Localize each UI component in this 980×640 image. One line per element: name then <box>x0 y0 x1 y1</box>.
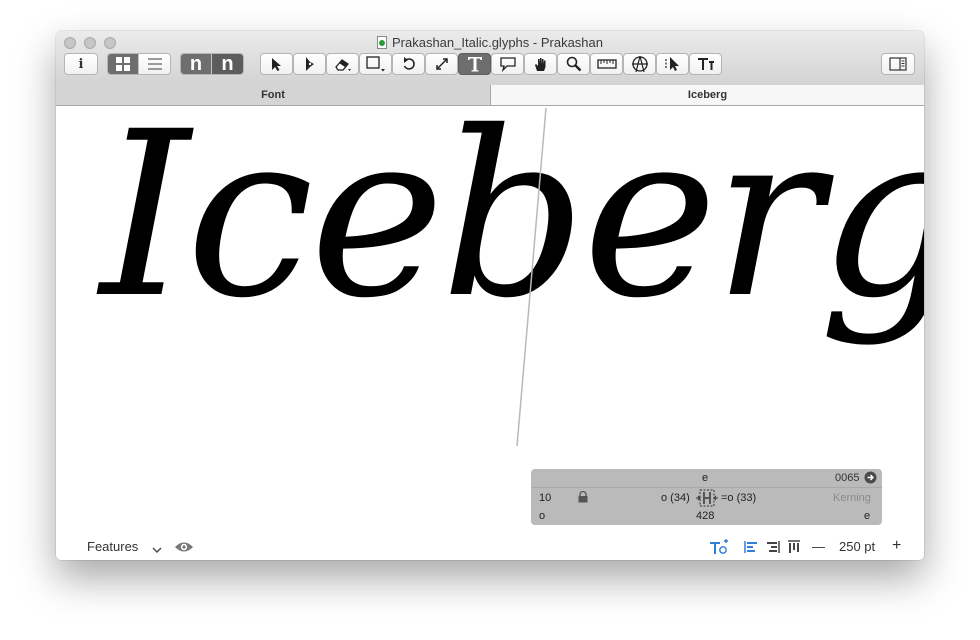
annotation-tool-button[interactable] <box>491 53 524 75</box>
zoom-out-button[interactable]: — <box>812 539 825 554</box>
select-all-layers-tool-button[interactable] <box>656 53 689 75</box>
left-kerning-group[interactable]: o (34) <box>661 492 690 504</box>
window-title: Prakashan_Italic.glyphs - Prakashan <box>56 35 924 50</box>
right-glyph-name[interactable]: e <box>864 510 870 522</box>
eye-icon[interactable] <box>174 540 194 557</box>
glyph-info-panel: e 0065 10 o (34) =o (33) Kerning o 428 e <box>531 469 882 525</box>
rectangle-shape-icon <box>365 56 385 72</box>
magnifier-icon <box>566 56 581 72</box>
bottom-bar: Features — 250 pt + <box>56 534 924 560</box>
align-right-icon[interactable] <box>766 540 780 557</box>
preview-n-button-active[interactable]: n <box>181 53 213 75</box>
measure-tool-button[interactable] <box>590 53 623 75</box>
lock-icon[interactable] <box>578 490 588 506</box>
list-view-button[interactable] <box>139 54 170 74</box>
text-tool-button[interactable] <box>458 53 491 75</box>
unicode-value[interactable]: 0065 <box>835 472 859 484</box>
scale-diagonal-icon <box>435 58 448 70</box>
anchor-tool-button[interactable] <box>623 53 656 75</box>
go-to-glyph-icon[interactable] <box>864 471 877 487</box>
font-size-field[interactable]: 250 pt <box>839 539 875 554</box>
tab-iceberg[interactable]: Iceberg <box>491 85 924 105</box>
preview-n-button[interactable]: n <box>212 54 243 74</box>
preview-n-label: n <box>189 53 203 75</box>
eraser-icon <box>334 59 351 71</box>
info-icon: i <box>78 56 84 72</box>
view-mode-segment[interactable] <box>107 53 171 75</box>
select-tool-button[interactable] <box>260 53 293 75</box>
pen-tool-button[interactable] <box>293 53 326 75</box>
window-title-text: Prakashan_Italic.glyphs - Prakashan <box>391 35 603 50</box>
edit-canvas[interactable]: Iceberg e 0065 10 o (34) =o (33) Kerning… <box>56 106 924 534</box>
glyph-width-value[interactable]: 428 <box>696 510 714 522</box>
info-button[interactable]: i <box>64 53 98 75</box>
text-t-icon <box>467 57 482 72</box>
preview-n-label-2: n <box>221 53 234 75</box>
app-window: Prakashan_Italic.glyphs - Prakashan i n … <box>56 31 924 560</box>
pointer-arrow-icon <box>271 58 281 71</box>
features-chevron-down-icon[interactable] <box>152 542 162 557</box>
sample-text[interactable]: Iceberg <box>100 106 924 329</box>
speech-bubble-icon <box>499 57 516 72</box>
text-tool-options-icon[interactable] <box>709 539 729 558</box>
grid-view-button[interactable] <box>108 54 140 74</box>
left-glyph-name[interactable]: o <box>539 510 545 522</box>
hand-icon <box>534 58 545 71</box>
hand-tool-button[interactable] <box>524 53 557 75</box>
rotate-icon <box>403 57 415 70</box>
scale-tool-button[interactable] <box>425 53 458 75</box>
text-metrics-tool-button[interactable] <box>689 53 722 75</box>
preview-mode-segment[interactable]: n n <box>180 53 244 75</box>
kerning-mode-label: Kerning <box>833 492 871 504</box>
titlebar: Prakashan_Italic.glyphs - Prakashan i n … <box>56 31 924 86</box>
rotate-tool-button[interactable] <box>392 53 425 75</box>
left-sidebearing-value[interactable]: 10 <box>539 492 551 504</box>
align-left-icon[interactable] <box>744 540 758 557</box>
text-metrics-icon <box>697 58 714 70</box>
tab-font-label: Font <box>261 89 285 101</box>
eraser-tool-button[interactable] <box>326 53 359 75</box>
document-icon <box>376 36 387 49</box>
multi-select-pointer-icon <box>664 57 679 71</box>
anchor-star-icon <box>631 55 648 73</box>
glyph-name[interactable]: e <box>702 472 708 484</box>
vertical-text-icon[interactable] <box>787 540 801 557</box>
primitives-tool-button[interactable] <box>359 53 392 75</box>
ruler-icon <box>596 59 617 69</box>
features-label[interactable]: Features <box>87 539 138 554</box>
document-tabs: Font Iceberg <box>56 85 924 106</box>
pen-icon <box>305 57 314 71</box>
sidebar-toggle-button[interactable] <box>881 53 915 75</box>
zoom-tool-button[interactable] <box>557 53 590 75</box>
right-kerning-group[interactable]: =o (33) <box>721 492 756 504</box>
grid-view-icon <box>116 57 130 71</box>
list-view-icon <box>147 58 162 70</box>
tab-iceberg-label: Iceberg <box>687 89 728 101</box>
sidebar-panel-icon <box>889 57 907 71</box>
zoom-in-button[interactable]: + <box>892 537 901 555</box>
metrics-link-icon[interactable] <box>696 489 718 510</box>
tab-font[interactable]: Font <box>56 85 491 105</box>
